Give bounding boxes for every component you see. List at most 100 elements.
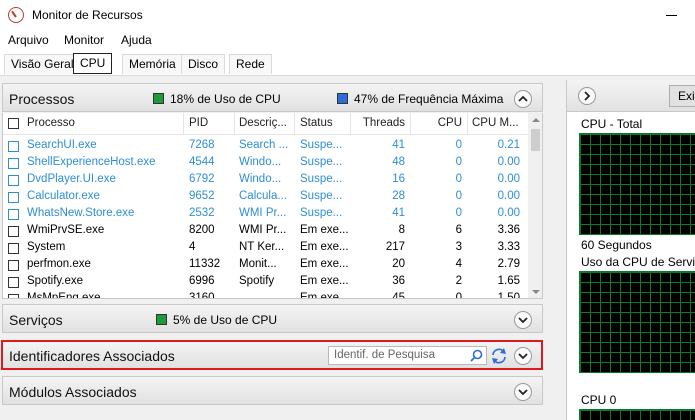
- expand-services-button[interactable]: [514, 311, 532, 329]
- row-checkbox[interactable]: [8, 260, 19, 271]
- process-status: Em exe...: [300, 275, 349, 287]
- table-row[interactable]: WhatsNew.Store.exe 2532 WMI Pr... Suspe... 4…: [3, 206, 528, 223]
- process-threads: 16: [392, 173, 405, 185]
- col-threads[interactable]: Threads: [355, 117, 405, 129]
- table-row[interactable]: SearchUI.exe 7268 Search ... Suspe... 41 0 0.2…: [3, 138, 528, 155]
- row-checkbox[interactable]: [8, 243, 19, 254]
- process-description: WMI Pr...: [239, 224, 287, 236]
- table-row[interactable]: DvdPlayer.UI.exe 6792 Windo... Suspe... 16 0 0…: [3, 172, 528, 189]
- row-checkbox[interactable]: [8, 192, 19, 203]
- process-description: Windo...: [239, 156, 282, 168]
- table-row[interactable]: System 4 NT Ker... Em exe... 217 3 3.33: [3, 240, 528, 257]
- expand-modules-button[interactable]: [514, 383, 532, 401]
- col-pid[interactable]: PID: [189, 117, 234, 129]
- process-cpu: 0: [455, 173, 462, 185]
- toggle-graphs-button[interactable]: [578, 87, 596, 105]
- row-checkbox[interactable]: [8, 158, 19, 169]
- col-descricao[interactable]: Descriç...: [239, 117, 292, 129]
- process-cpu-average: 0.00: [497, 173, 520, 185]
- services-title: Serviços: [9, 312, 63, 328]
- chevron-right-icon: [584, 91, 591, 101]
- process-threads: 41: [392, 207, 405, 219]
- process-name: perfmon.exe: [27, 258, 91, 270]
- process-pid: 7268: [189, 139, 215, 151]
- title-bar: Monitor de Recursos: [0, 0, 695, 30]
- row-checkbox[interactable]: [8, 277, 19, 288]
- scroll-down-icon[interactable]: [532, 290, 540, 294]
- process-status: Suspe...: [300, 173, 343, 185]
- process-description: Calcula...: [239, 190, 287, 202]
- process-cpu-average: 0.21: [497, 139, 520, 151]
- cpu-usage-legend-icon: [153, 93, 164, 104]
- menu-ajuda[interactable]: Ajuda: [121, 33, 152, 47]
- process-pid: 6996: [189, 275, 215, 287]
- collapse-processes-button[interactable]: [514, 90, 532, 108]
- process-name: Spotify.exe: [27, 275, 84, 287]
- col-cpu[interactable]: CPU: [415, 117, 462, 129]
- minimize-icon[interactable]: [666, 8, 680, 22]
- row-checkbox[interactable]: [8, 209, 19, 220]
- process-threads: 48: [392, 156, 405, 168]
- window-title: Monitor de Recursos: [32, 8, 143, 22]
- graph-service-cpu: [579, 271, 695, 373]
- tab-visao-geral[interactable]: Visão Geral: [4, 54, 81, 74]
- tab-bar: Visão Geral CPU Memória Disco Rede: [0, 50, 695, 76]
- process-name: System: [27, 241, 66, 253]
- process-description: Monit...: [239, 258, 277, 270]
- chevron-down-icon: [518, 389, 528, 396]
- max-frequency-legend-icon: [337, 93, 348, 104]
- tab-rede[interactable]: Rede: [229, 54, 272, 74]
- graph-cpu0-title: CPU 0: [581, 393, 617, 407]
- views-button[interactable]: Exibir: [669, 85, 695, 107]
- table-row[interactable]: Calculator.exe 9652 Calcula... Suspe... 28 0 0…: [3, 189, 528, 206]
- processes-title: Processos: [9, 91, 75, 107]
- process-description: Search ...: [239, 139, 289, 151]
- scroll-up-icon[interactable]: [532, 118, 540, 122]
- menu-arquivo[interactable]: Arquivo: [8, 33, 49, 47]
- process-threads: 45: [392, 292, 405, 299]
- menu-monitor[interactable]: Monitor: [64, 33, 104, 47]
- process-pid: 11332: [189, 258, 221, 270]
- processes-header[interactable]: Processos 18% de Uso de CPU 47% de Frequ…: [2, 83, 543, 112]
- panel-divider[interactable]: [548, 80, 561, 420]
- process-cpu: 4: [455, 258, 462, 270]
- scroll-thumb[interactable]: [531, 129, 540, 151]
- process-threads: 20: [392, 258, 405, 270]
- process-cpu-average: 1.50: [497, 292, 520, 299]
- modules-header[interactable]: Módulos Associados: [2, 376, 543, 405]
- table-row[interactable]: WmiPrvSE.exe 8200 WMI Pr... Em exe... 8 6 3.36: [3, 223, 528, 240]
- table-row[interactable]: Spotify.exe 6996 Spotify Em exe... 36 2 1.65: [3, 274, 528, 291]
- col-cpu-media[interactable]: CPU M...: [472, 117, 522, 129]
- process-name: DvdPlayer.UI.exe: [27, 173, 116, 185]
- process-cpu: 6: [455, 224, 462, 236]
- process-status: Em exe...: [300, 292, 349, 299]
- chevron-up-icon: [518, 95, 528, 102]
- row-checkbox[interactable]: [8, 294, 19, 298]
- col-status[interactable]: Status: [300, 117, 350, 129]
- process-cpu: 2: [455, 275, 462, 287]
- menu-bar: Arquivo Monitor Ajuda: [0, 30, 695, 50]
- process-threads: 8: [398, 224, 405, 236]
- table-header: Processo PID Descriç... Status Threads C…: [3, 113, 528, 135]
- row-checkbox[interactable]: [8, 175, 19, 186]
- services-header[interactable]: Serviços 5% de Uso de CPU: [2, 304, 543, 333]
- process-threads: 217: [385, 241, 405, 253]
- chevron-down-icon: [518, 317, 528, 324]
- tab-cpu[interactable]: CPU: [73, 53, 113, 74]
- process-table-scrollbar[interactable]: [528, 113, 542, 298]
- process-cpu-average: 1.65: [497, 275, 520, 287]
- process-cpu-average: 0.00: [497, 207, 520, 219]
- row-checkbox[interactable]: [8, 141, 19, 152]
- tab-disco[interactable]: Disco: [181, 54, 226, 74]
- process-cpu: 0: [455, 292, 462, 299]
- table-row[interactable]: ShellExperienceHost.exe 4544 Windo... Suspe…: [3, 155, 528, 172]
- table-row[interactable]: perfmon.exe 11332 Monit... Em exe... 20 4 2.79: [3, 257, 528, 274]
- tab-memoria[interactable]: Memória: [122, 54, 183, 74]
- process-cpu-average: 0.00: [497, 156, 520, 168]
- table-row[interactable]: MsMpEng.exe 3160 Em exe... 45 0 1.50: [3, 291, 528, 299]
- process-threads: 41: [392, 139, 405, 151]
- col-processo[interactable]: Processo: [27, 117, 177, 129]
- process-threads: 36: [392, 275, 405, 287]
- row-checkbox[interactable]: [8, 226, 19, 237]
- select-all-checkbox[interactable]: [8, 118, 19, 129]
